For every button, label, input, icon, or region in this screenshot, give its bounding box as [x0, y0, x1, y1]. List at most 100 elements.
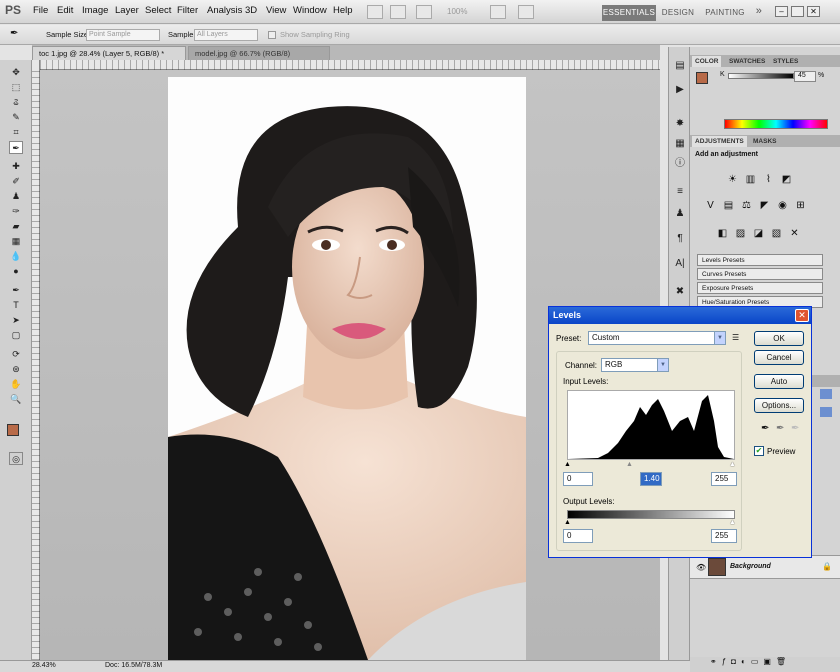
tab-adjustments[interactable]: ADJUSTMENTS [692, 136, 747, 147]
color-ramp[interactable] [724, 119, 828, 129]
3d-orbit-icon[interactable]: ⊛ [9, 363, 23, 376]
minibridge-icon[interactable] [390, 5, 406, 19]
gradient-tool-icon[interactable]: ▦ [9, 235, 23, 248]
gradient-map-adj-icon[interactable]: ▧ [770, 227, 783, 240]
tab-masks[interactable]: MASKS [750, 136, 779, 147]
ok-button[interactable]: OK [754, 331, 804, 346]
info-panel-icon[interactable]: ⓘ [673, 157, 687, 171]
output-white-value[interactable]: 255 [711, 529, 737, 543]
menu-edit[interactable]: Edit [57, 5, 73, 16]
photo-filter-adj-icon[interactable]: ◉ [776, 199, 789, 212]
workspace-more-icon[interactable]: » [752, 5, 766, 21]
channel-mixer-adj-icon[interactable]: ⊞ [794, 199, 807, 212]
layers-scroll-up-icon[interactable] [820, 389, 832, 399]
workspace-design[interactable]: DESIGN [660, 5, 696, 21]
curves-presets[interactable]: Curves Presets [697, 268, 823, 280]
zoom-level[interactable]: 100% [447, 7, 467, 16]
channel-dropdown-icon[interactable]: ▼ [657, 359, 668, 371]
actions-panel-icon[interactable]: ▶ [673, 83, 687, 97]
curves-adj-icon[interactable]: ⌇ [762, 173, 775, 186]
type-tool-icon[interactable]: T [9, 299, 23, 312]
input-black-handle[interactable]: ▲ [564, 461, 571, 468]
menu-3d[interactable]: 3D [245, 5, 257, 16]
tab-model[interactable]: model.jpg @ 66.7% (RGB/8) [188, 46, 330, 60]
layers-footer-icons[interactable]: ⚭ƒ◘◐▭▣🗑 [690, 657, 840, 672]
dodge-tool-icon[interactable]: ● [9, 265, 23, 278]
eraser-tool-icon[interactable]: ▰ [9, 220, 23, 233]
auto-button[interactable]: Auto [754, 374, 804, 389]
black-point-eyedropper-icon[interactable]: ✒ [761, 423, 769, 434]
brushes-panel-icon[interactable]: ≡ [673, 185, 687, 199]
pen-tool-icon[interactable]: ✒ [9, 284, 23, 297]
blur-tool-icon[interactable]: 💧 [9, 250, 23, 263]
hue-sat-adj-icon[interactable]: ▤ [722, 199, 735, 212]
preset-options-icon[interactable]: ☰ [732, 333, 739, 342]
layers-scroll-icon[interactable] [820, 407, 832, 417]
input-slider[interactable]: ▲ ▲ ▲ [564, 461, 736, 469]
minimize-icon[interactable]: – [775, 6, 788, 17]
tab-color[interactable]: COLOR [692, 56, 722, 67]
character-panel-icon[interactable]: A| [673, 257, 687, 271]
maximize-icon[interactable] [791, 6, 804, 17]
zoom-tool-icon[interactable]: 🔍 [9, 393, 23, 406]
input-gray-handle[interactable]: ▲ [626, 461, 633, 468]
menu-file[interactable]: File [33, 5, 48, 16]
menu-filter[interactable]: Filter [177, 5, 198, 16]
history-panel-icon[interactable]: ▤ [673, 59, 687, 73]
quick-select-tool-icon[interactable]: ✎ [9, 111, 23, 124]
levels-adj-icon[interactable]: ▥ [744, 173, 757, 186]
white-point-eyedropper-icon[interactable]: ✒ [791, 423, 799, 434]
preset-dropdown-icon[interactable]: ▼ [714, 332, 725, 344]
vibrance-adj-icon[interactable]: V [704, 199, 717, 212]
eyedropper-icon[interactable]: ✒ [9, 141, 23, 154]
layer-row-background[interactable]: 👁 Background 🔒 [690, 555, 840, 579]
workspace-painting[interactable]: PAINTING [703, 5, 747, 21]
brightness-icon[interactable]: ☀ [726, 173, 739, 186]
threshold-adj-icon[interactable]: ◪ [752, 227, 765, 240]
options-button[interactable]: Options... [754, 398, 804, 413]
brush-tool-icon[interactable]: ✐ [9, 175, 23, 188]
healing-brush-icon[interactable]: ✚ [9, 160, 23, 173]
output-white-handle[interactable]: ▲ [729, 519, 736, 526]
layer-visibility-icon[interactable]: 👁 [696, 563, 706, 572]
foreground-color-swatch[interactable] [7, 424, 19, 436]
sample-size-select[interactable]: Point Sample [86, 29, 160, 41]
k-value[interactable]: 45 [794, 71, 816, 82]
color-fg-swatch[interactable] [696, 72, 708, 84]
lasso-tool-icon[interactable]: ଌ [9, 96, 23, 109]
menu-window[interactable]: Window [293, 5, 327, 16]
navigator-panel-icon[interactable]: ▦ [673, 137, 687, 151]
menu-view[interactable]: View [266, 5, 286, 16]
output-black-value[interactable]: 0 [563, 529, 593, 543]
close-icon[interactable]: ✕ [807, 6, 820, 17]
eyedropper-tool-icon[interactable]: ✒ [10, 28, 18, 39]
menu-select[interactable]: Select [145, 5, 171, 16]
input-white-handle[interactable]: ▲ [729, 461, 736, 468]
tab-styles[interactable]: STYLES [770, 56, 801, 67]
posterize-adj-icon[interactable]: ▨ [734, 227, 747, 240]
paragraph-panel-icon[interactable]: ¶ [673, 232, 687, 246]
screen-mode-icon[interactable] [518, 5, 534, 19]
channel-select[interactable]: RGB ▼ [601, 358, 669, 372]
crop-tool-icon[interactable]: ⌗ [9, 126, 23, 139]
input-white-value[interactable]: 255 [711, 472, 737, 486]
preset-select[interactable]: Custom ▼ [588, 331, 726, 345]
levels-presets[interactable]: Levels Presets [697, 254, 823, 266]
clone-source-icon[interactable]: ♟ [673, 207, 687, 221]
view-extras-icon[interactable] [416, 5, 432, 19]
3d-rotate-icon[interactable]: ⟳ [9, 348, 23, 361]
workspace-essentials[interactable]: ESSENTIALS [602, 5, 656, 21]
invert-adj-icon[interactable]: ◧ [716, 227, 729, 240]
menu-help[interactable]: Help [333, 5, 353, 16]
selective-color-adj-icon[interactable]: ✕ [788, 227, 801, 240]
input-black-value[interactable]: 0 [563, 472, 593, 486]
tab-swatches[interactable]: SWATCHES [726, 56, 768, 67]
status-zoom[interactable]: 28.43% [32, 662, 56, 669]
quick-mask-icon[interactable]: ◎ [9, 452, 23, 465]
arrange-documents-icon[interactable] [490, 5, 506, 19]
k-slider[interactable] [728, 73, 794, 79]
preview-checkbox[interactable]: ✔ [754, 446, 764, 456]
show-ring-checkbox[interactable] [268, 31, 276, 39]
hand-tool-icon[interactable]: ✋ [9, 378, 23, 391]
black-white-adj-icon[interactable]: ◤ [758, 199, 771, 212]
